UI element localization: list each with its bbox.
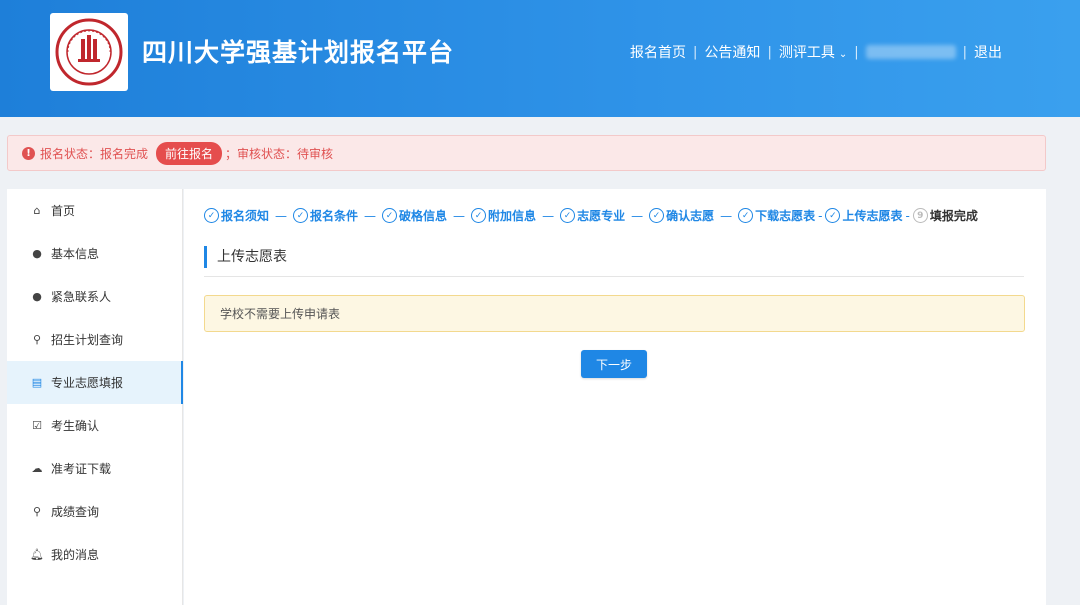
step-item[interactable]: ✓ 下载志愿表 - (738, 207, 825, 224)
status-separator: ； (225, 146, 238, 161)
step-item[interactable]: ✓ 确认志愿 — (649, 207, 738, 224)
check-icon: ✓ (293, 208, 309, 223)
goto-registration-button[interactable]: 前往报名 (156, 141, 223, 165)
logout-link[interactable]: 退出 (974, 42, 1002, 62)
section-divider (204, 276, 1024, 277)
registration-status-bar: ! 报名状态：报名完成 前往报名 ； 审核状态：待审核 (7, 135, 1046, 171)
bell-icon: 🔔︎ (30, 548, 44, 561)
step-label: 填报完成 (929, 209, 978, 223)
header: 四川大学强基计划报名平台 报名首页 | 公告通知 | 测评工具 ⌄ | | 退出 (0, 0, 1080, 117)
step-item[interactable]: ✓ 附加信息 — (471, 207, 560, 224)
home-icon: ⌂ (33, 204, 41, 217)
progress-steps: ✓ 报名须知 — ✓ 报名条件 — ✓ 破格信息 — ✓ 附加信息 — ✓ 志愿专业 — ✓ 确认志愿… (204, 207, 978, 224)
check-icon: ✓ (738, 208, 754, 223)
sidebar-item-label: 首页 (51, 204, 76, 218)
step-item[interactable]: ✓ 报名须知 — (204, 207, 293, 224)
nav-notice-link[interactable]: 公告通知 (704, 42, 760, 62)
step-label: 志愿专业 (577, 209, 626, 223)
step-item[interactable]: 9 填报完成 (912, 207, 978, 224)
check-icon: ✓ (649, 208, 665, 223)
step-connector: — (453, 208, 466, 223)
sidebar-item-basic-info[interactable]: ● 基本信息 (7, 232, 182, 275)
step-item[interactable]: ✓ 破格信息 — (382, 207, 471, 224)
sidebar-item-admission-ticket[interactable]: ☁ 准考证下载 (7, 447, 182, 490)
sidebar-item-label: 专业志愿填报 (51, 376, 124, 390)
sidebar-item-home[interactable]: ⌂ 首页 (7, 189, 182, 232)
step-label: 报名条件 (310, 209, 359, 223)
site-title: 四川大学强基计划报名平台 (142, 38, 455, 67)
step-label: 破格信息 (399, 209, 448, 223)
check-icon: ✓ (825, 208, 841, 223)
step-connector: - (905, 208, 910, 223)
step-item[interactable]: ✓ 报名条件 — (293, 207, 382, 224)
registration-status-text: 报名状态：报名完成 (40, 146, 149, 161)
sidebar-item-label: 我的消息 (51, 548, 100, 562)
form-icon: ▤ (31, 376, 43, 389)
top-nav: 报名首页 | 公告通知 | 测评工具 ⌄ | | 退出 (630, 42, 1002, 62)
sidebar-item-enrollment-plan[interactable]: ⚲ 招生计划查询 (7, 318, 182, 361)
section-title: 上传志愿表 (204, 246, 287, 268)
checkbox-icon: ☑ (32, 419, 42, 432)
nav-home-link[interactable]: 报名首页 (630, 42, 686, 62)
next-step-button[interactable]: 下一步 (581, 350, 647, 378)
step-connector: — (275, 208, 288, 223)
alert-icon: ! (22, 146, 35, 160)
sidebar-item-label: 准考证下载 (51, 462, 112, 476)
step-item[interactable]: ✓ 上传志愿表 - (825, 207, 912, 224)
sidebar-item-label: 紧急联系人 (51, 290, 112, 304)
nav-separator: | (767, 44, 772, 60)
sidebar-item-label: 基本信息 (51, 247, 100, 261)
step-item[interactable]: ✓ 志愿专业 — (560, 207, 649, 224)
sidebar-item-label: 招生计划查询 (51, 333, 124, 347)
step-label: 上传志愿表 (842, 209, 903, 223)
cloud-download-icon: ☁ (31, 462, 43, 475)
step-label: 报名须知 (221, 209, 270, 223)
notice-text: 学校不需要上传申请表 (220, 307, 341, 321)
user-icon: ● (32, 290, 42, 303)
main-panel: ✓ 报名须知 — ✓ 报名条件 — ✓ 破格信息 — ✓ 附加信息 — ✓ 志愿专业 — ✓ 确认志愿… (184, 189, 1046, 605)
step-label: 附加信息 (488, 209, 537, 223)
nav-tools-label: 测评工具 (778, 45, 835, 61)
sidebar-item-candidate-confirm[interactable]: ☑ 考生确认 (7, 404, 182, 447)
nav-separator: | (693, 44, 698, 60)
university-seal-icon (55, 18, 123, 86)
sidebar-item-messages[interactable]: 🔔︎ 我的消息 (7, 533, 182, 576)
username-blurred[interactable] (865, 45, 956, 59)
search-icon: ⚲ (32, 505, 42, 518)
step-connector: — (631, 208, 644, 223)
nav-separator: | (854, 44, 859, 60)
step-connector: — (364, 208, 377, 223)
nav-tools-dropdown[interactable]: 测评工具 ⌄ (779, 42, 847, 62)
step-label: 确认志愿 (666, 209, 715, 223)
user-icon: ● (32, 247, 42, 260)
check-icon: ✓ (204, 208, 219, 223)
sidebar-item-major-preference[interactable]: ▤ 专业志愿填报 (7, 361, 183, 404)
chevron-down-icon: ⌄ (838, 49, 848, 60)
step-connector: — (720, 208, 733, 223)
info-notice: 学校不需要上传申请表 (204, 295, 1025, 332)
step-connector: - (818, 208, 823, 223)
sidebar: ⌂ 首页 ● 基本信息 ● 紧急联系人 ⚲ 招生计划查询 ▤ 专业志愿填报 ☑ … (7, 189, 183, 605)
sidebar-item-emergency-contact[interactable]: ● 紧急联系人 (7, 275, 182, 318)
review-status-text: 审核状态：待审核 (237, 146, 334, 161)
search-icon: ⚲ (32, 333, 42, 346)
check-icon: ✓ (471, 208, 487, 223)
sidebar-item-label: 考生确认 (51, 419, 100, 433)
check-icon: ✓ (382, 208, 398, 223)
step-number-icon: 9 (912, 208, 928, 223)
university-logo (50, 13, 128, 91)
step-connector: — (542, 208, 555, 223)
check-icon: ✓ (560, 208, 576, 223)
nav-separator: | (962, 44, 967, 60)
sidebar-item-label: 成绩查询 (51, 505, 100, 519)
step-label: 下载志愿表 (755, 209, 816, 223)
sidebar-item-score-query[interactable]: ⚲ 成绩查询 (7, 490, 182, 533)
